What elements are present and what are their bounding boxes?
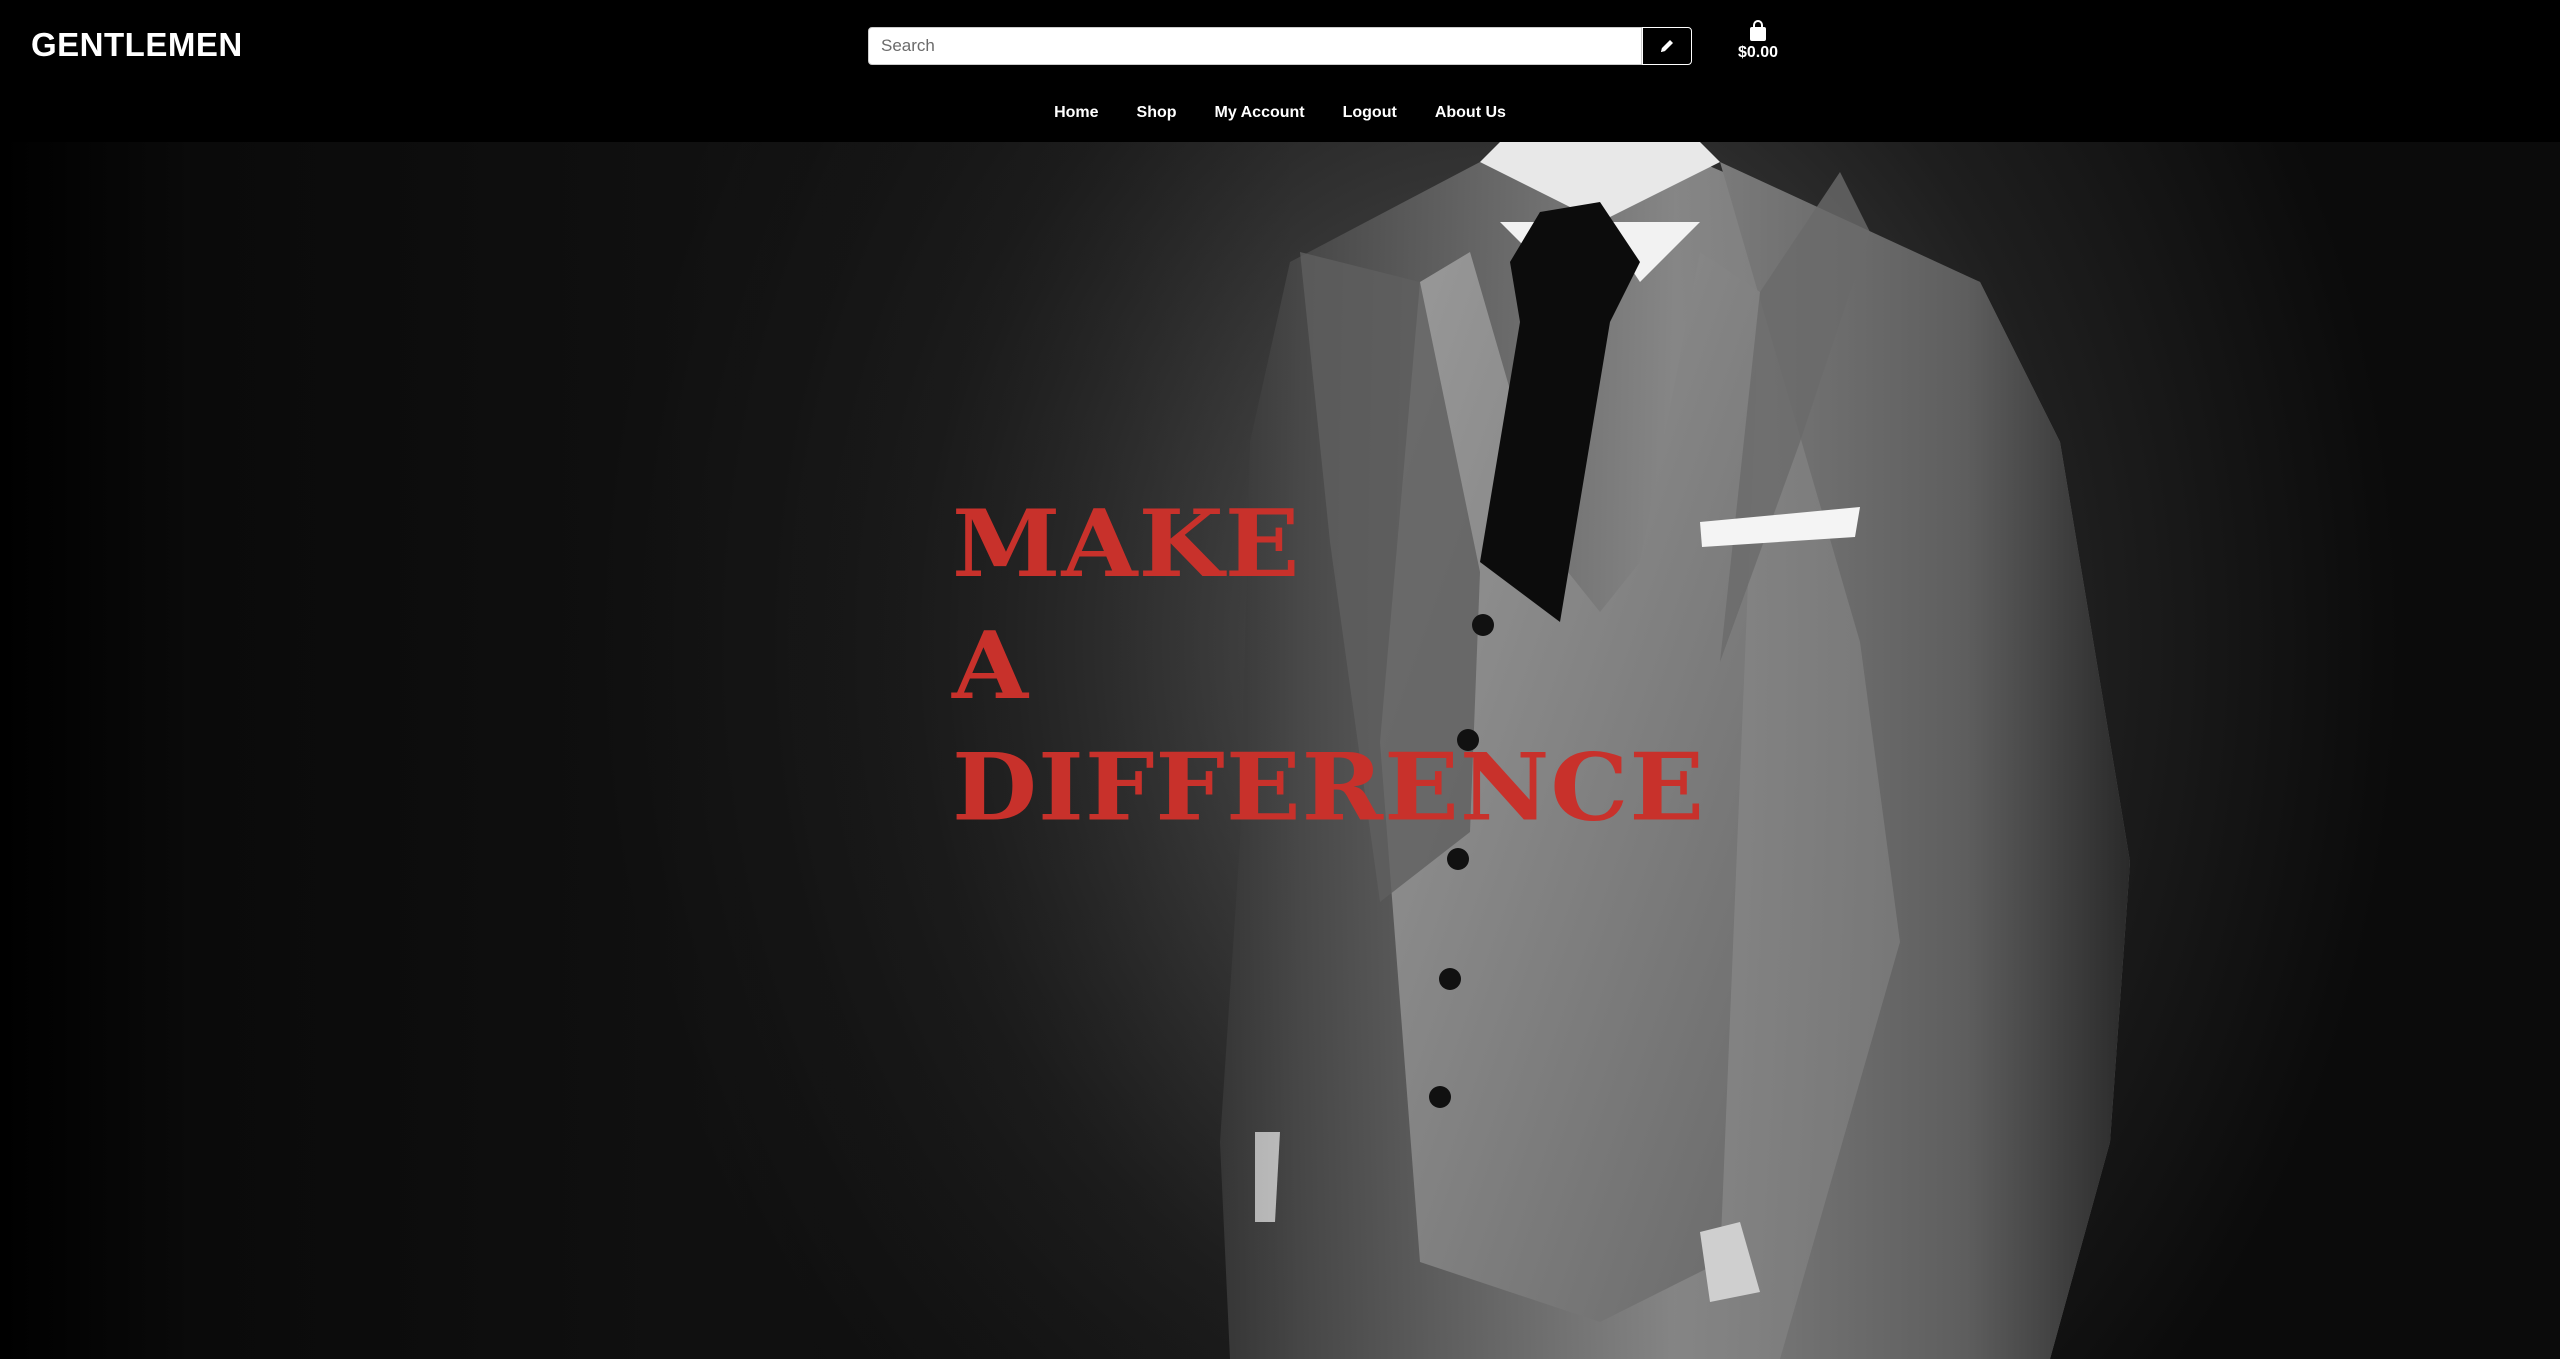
- main-nav: Home Shop My Account Logout About Us: [0, 100, 2560, 126]
- search-bar: [868, 27, 1692, 65]
- search-input[interactable]: [868, 27, 1642, 65]
- hero-headline: MAKE A DIFFERENCE: [952, 484, 1705, 849]
- nav-logout[interactable]: Logout: [1324, 100, 1416, 126]
- search-submit-button[interactable]: [1642, 27, 1692, 65]
- shopping-bag-icon: [1750, 20, 1766, 41]
- nav-about-us[interactable]: About Us: [1416, 100, 1525, 126]
- nav-my-account[interactable]: My Account: [1196, 100, 1324, 126]
- pencil-icon: [1661, 40, 1673, 52]
- brand-logo[interactable]: GENTLEMEN: [31, 26, 243, 64]
- headline-line-2: A: [952, 611, 1030, 721]
- headline-line-3: DIFFERENCE: [952, 732, 1706, 843]
- cart-total: $0.00: [1737, 44, 1779, 61]
- nav-shop[interactable]: Shop: [1118, 100, 1196, 126]
- hero-banner: MAKE A DIFFERENCE: [0, 142, 2560, 1359]
- site-header: GENTLEMEN $0.00 Home Shop My Account Log…: [0, 0, 2560, 142]
- nav-home[interactable]: Home: [1035, 100, 1117, 126]
- cart-widget[interactable]: $0.00: [1732, 20, 1784, 62]
- headline-line-1: MAKE: [952, 489, 1301, 599]
